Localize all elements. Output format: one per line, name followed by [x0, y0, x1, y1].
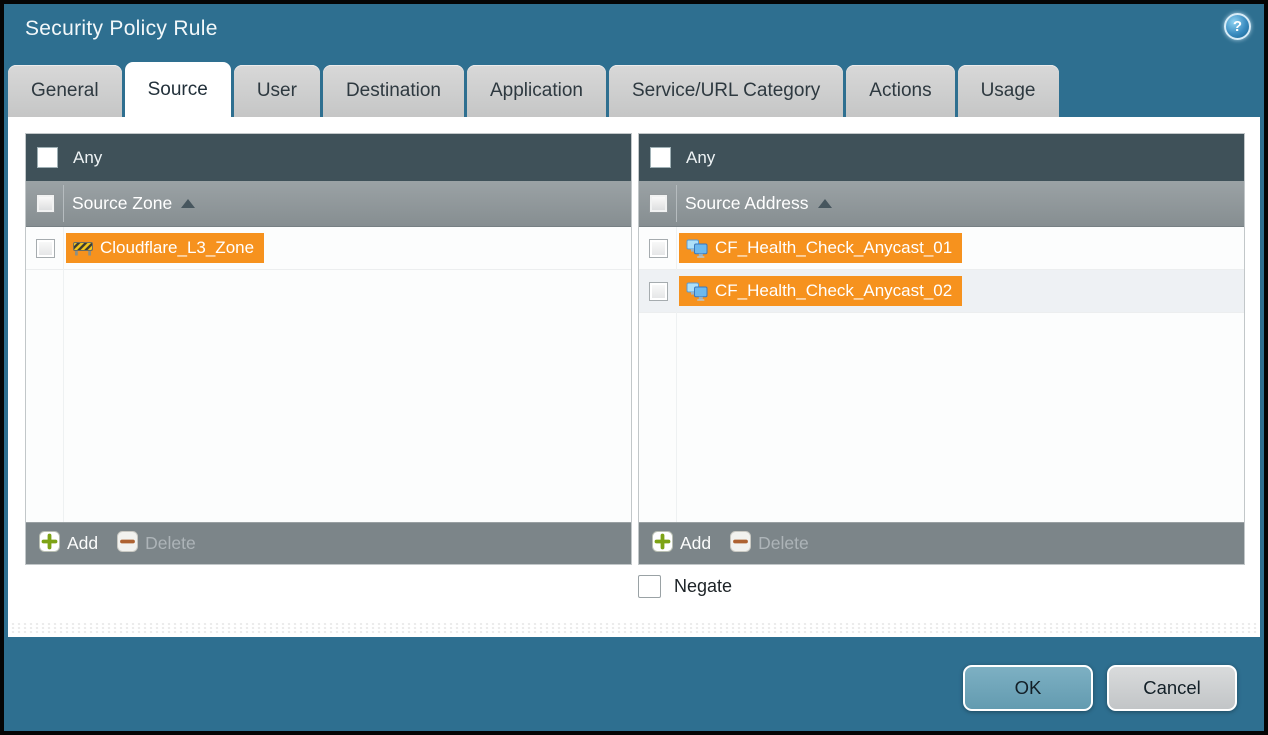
ok-button[interactable]: OK [963, 665, 1093, 711]
delete-icon [117, 531, 138, 557]
tab-source[interactable]: Source [125, 62, 231, 117]
negate-label: Negate [674, 576, 732, 597]
source-zone-list: Cloudflare_L3_Zone [26, 227, 631, 522]
security-policy-rule-dialog: Security Policy Rule ? General Source Us… [4, 4, 1264, 731]
source-address-column-header: Source Address [639, 181, 1244, 227]
source-address-any-label: Any [686, 148, 715, 168]
source-zone-item[interactable]: Cloudflare_L3_Zone [66, 233, 264, 263]
source-address-row-checkbox[interactable] [649, 282, 668, 301]
source-zone-row-checkbox[interactable] [36, 239, 55, 258]
delete-button-label: Delete [145, 533, 196, 554]
tab-general[interactable]: General [8, 65, 122, 117]
source-zone-any-label: Any [73, 148, 102, 168]
source-address-list: CF_Health_Check_Anycast_01 [639, 227, 1244, 522]
add-icon [39, 531, 60, 557]
tab-service-url-category[interactable]: Service/URL Category [609, 65, 843, 117]
sort-ascending-icon[interactable] [818, 199, 832, 208]
dialog-buttons: OK Cancel [963, 665, 1237, 711]
address-icon [686, 239, 708, 258]
tab-actions[interactable]: Actions [846, 65, 954, 117]
source-address-row-checkbox[interactable] [649, 239, 668, 258]
help-icon[interactable]: ? [1224, 13, 1251, 40]
source-address-column-label[interactable]: Source Address [685, 193, 809, 214]
source-zone-any-checkbox[interactable] [37, 147, 58, 168]
dialog-title: Security Policy Rule [25, 17, 218, 41]
address-icon [686, 282, 708, 301]
zone-icon [73, 240, 93, 256]
sort-ascending-icon[interactable] [181, 199, 195, 208]
delete-icon [730, 531, 751, 557]
source-address-panel: Any Source Address [638, 133, 1245, 565]
delete-button-label: Delete [758, 533, 809, 554]
source-zone-toolbar: Add Delete [26, 522, 631, 564]
source-zone-column-label[interactable]: Source Zone [72, 193, 172, 214]
table-row: CF_Health_Check_Anycast_02 [639, 270, 1244, 313]
source-address-item[interactable]: CF_Health_Check_Anycast_01 [679, 233, 962, 263]
tab-destination[interactable]: Destination [323, 65, 464, 117]
source-zone-delete-button[interactable]: Delete [117, 531, 196, 557]
tab-user[interactable]: User [234, 65, 320, 117]
table-row: Cloudflare_L3_Zone [26, 227, 631, 270]
table-row: CF_Health_Check_Anycast_01 [639, 227, 1244, 270]
add-icon [652, 531, 673, 557]
source-address-item-label: CF_Health_Check_Anycast_02 [715, 281, 952, 301]
source-tab-content: Any Source Zone [8, 117, 1260, 637]
source-address-item[interactable]: CF_Health_Check_Anycast_02 [679, 276, 962, 306]
source-zone-select-all-checkbox[interactable] [36, 194, 55, 213]
source-address-select-all-checkbox[interactable] [649, 194, 668, 213]
source-zone-add-button[interactable]: Add [39, 531, 98, 557]
resize-grip-strip[interactable] [10, 622, 1258, 635]
negate-checkbox[interactable] [638, 575, 661, 598]
tab-bar: General Source User Destination Applicat… [8, 62, 1260, 117]
add-button-label: Add [67, 533, 98, 554]
source-address-item-label: CF_Health_Check_Anycast_01 [715, 238, 952, 258]
source-zone-column-header: Source Zone [26, 181, 631, 227]
tab-usage[interactable]: Usage [958, 65, 1059, 117]
add-button-label: Add [680, 533, 711, 554]
cancel-button[interactable]: Cancel [1107, 665, 1237, 711]
source-zone-item-label: Cloudflare_L3_Zone [100, 238, 254, 258]
source-address-any-checkbox[interactable] [650, 147, 671, 168]
source-zone-any-header: Any [26, 134, 631, 181]
source-zone-panel: Any Source Zone [25, 133, 632, 565]
source-address-toolbar: Add Delete [639, 522, 1244, 564]
source-address-delete-button[interactable]: Delete [730, 531, 809, 557]
source-address-add-button[interactable]: Add [652, 531, 711, 557]
source-address-any-header: Any [639, 134, 1244, 181]
tab-application[interactable]: Application [467, 65, 606, 117]
negate-row: Negate [638, 575, 732, 598]
